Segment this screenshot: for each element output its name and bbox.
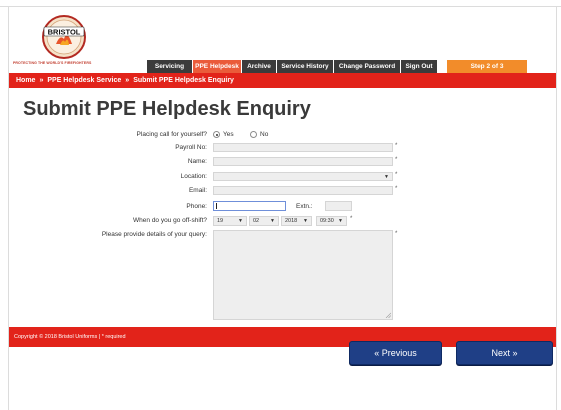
radio-no-label: No [260,131,269,138]
nav-service-history[interactable]: Service History [277,60,334,73]
location-label: Location: [180,173,207,180]
offshift-year-value: 2018 [285,218,298,224]
required-mark: * [350,216,353,222]
resize-handle-icon[interactable] [385,312,391,318]
frame-left-border [8,6,9,410]
payroll-field[interactable] [213,143,393,152]
offshift-month-value: 02 [253,218,260,224]
required-mark: * [395,157,398,163]
chevron-down-icon: ▼ [238,218,243,224]
required-mark: * [395,172,398,178]
offshift-time-select[interactable]: 09:30 ▼ [316,216,347,226]
chevron-down-icon: ▼ [338,218,343,224]
email-label: Email: [188,187,207,194]
details-textarea[interactable] [213,230,393,320]
offshift-time-value: 09:30 [320,218,334,224]
nav-change-password[interactable]: Change Password [334,60,401,73]
offshift-day-select[interactable]: 19 ▼ [213,216,247,226]
logo-text: BRISTOL [48,28,81,37]
step-indicator: Step 2 of 3 [447,60,527,73]
breadcrumb: Home» PPE Helpdesk Service» Submit PPE Hel… [16,77,234,84]
previous-button[interactable]: « Previous [349,341,442,365]
breadcrumb-home[interactable]: Home [16,77,35,84]
radio-yes-label: Yes [223,131,234,138]
nav-servicing[interactable]: Servicing [147,60,193,73]
chevron-down-icon: ▼ [303,218,308,224]
page-title: Submit PPE Helpdesk Enquiry [23,98,311,120]
breadcrumb-section[interactable]: PPE Helpdesk Service [47,77,121,84]
breadcrumb-separator: » [39,77,44,84]
chevron-down-icon: ▼ [270,218,275,224]
phone-field[interactable] [213,201,286,211]
details-label: Please provide details of your query: [101,231,207,238]
required-mark: * [395,231,398,237]
name-label: Name: [187,158,207,165]
required-mark: * [395,143,398,149]
self-call-label: Placing call for yourself? [136,131,207,138]
breadcrumb-current: Submit PPE Helpdesk Enquiry [133,77,234,84]
required-mark: * [395,186,398,192]
email-field[interactable] [213,186,393,195]
nav-ppe-helpdesk[interactable]: PPE Helpdesk [193,60,242,73]
offshift-year-select[interactable]: 2018 ▼ [281,216,312,226]
offshift-day-value: 19 [217,218,224,224]
nav-archive[interactable]: Archive [242,60,277,73]
logo-tagline: PROTECTING THE WORLD'S FIREFIGHTERS [13,61,92,65]
radio-no[interactable] [250,131,257,138]
radio-yes[interactable] [213,131,220,138]
extn-field[interactable] [325,201,352,211]
bristol-logo[interactable]: BRISTOL [36,14,92,60]
name-field[interactable] [213,157,393,166]
payroll-label: Payroll No: [175,144,207,151]
breadcrumb-separator: » [125,77,130,84]
frame-right-border [556,6,557,410]
frame-top-border [0,6,561,7]
footer-copyright: Copyright © 2018 Bristol Uniforms | * re… [14,334,126,340]
chevron-down-icon: ▼ [384,174,389,180]
next-button[interactable]: Next » [456,341,553,365]
offshift-label: When do you go off-shift? [133,217,207,224]
location-select[interactable]: ▼ [213,172,393,181]
offshift-month-select[interactable]: 02 ▼ [249,216,279,226]
extn-label: Extn.: [296,203,313,210]
nav-sign-out[interactable]: Sign Out [401,60,438,73]
phone-label: Phone: [186,203,207,210]
main-nav: Servicing PPE Helpdesk Archive Service H… [147,60,438,73]
